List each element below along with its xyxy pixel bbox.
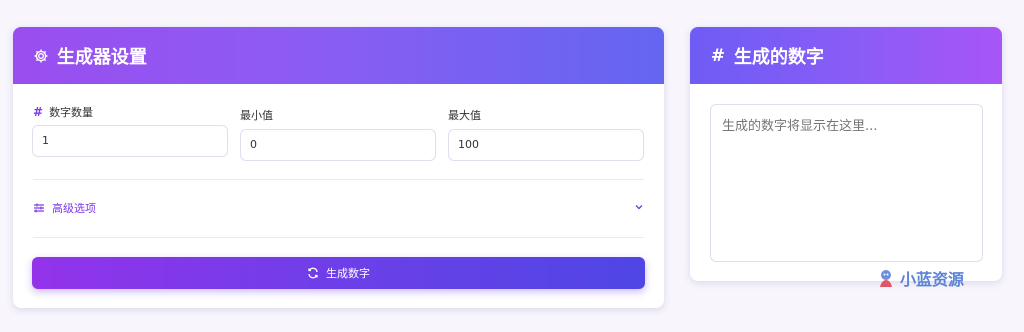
count-label: # 数字数量 [33,105,94,119]
advanced-options-toggle[interactable]: 高级选项 [33,197,644,219]
max-input[interactable]: 100 [448,129,644,161]
divider [33,237,644,238]
output-card: # 生成的数字 [690,27,1002,281]
min-input[interactable]: 0 [240,129,436,161]
generate-label: 生成数字 [326,267,370,280]
generator-settings-card: 生成器设置 # 数字数量 1 最小值 0 最大值 100 高级选项 生成数字 [13,27,664,308]
hash-icon: # [33,105,44,119]
gear-icon [33,48,49,64]
count-input[interactable]: 1 [32,125,228,157]
output-header: # 生成的数字 [690,27,1002,84]
settings-header: 生成器设置 [13,27,664,84]
refresh-icon [307,267,319,279]
max-label: 最大值 [448,109,481,122]
generate-button[interactable]: 生成数字 [32,257,645,289]
hash-icon: # [710,45,726,66]
min-label: 最小值 [240,109,273,122]
output-textarea[interactable] [710,104,983,262]
sliders-icon [33,202,45,214]
divider [33,179,644,180]
watermark: 小蓝资源 [875,266,964,290]
watermark-logo-icon [875,267,897,289]
settings-title: 生成器设置 [57,46,147,68]
chevron-down-icon [634,202,644,215]
output-title: 生成的数字 [734,46,824,68]
watermark-text: 小蓝资源 [900,270,965,289]
advanced-options-label: 高级选项 [52,202,96,215]
